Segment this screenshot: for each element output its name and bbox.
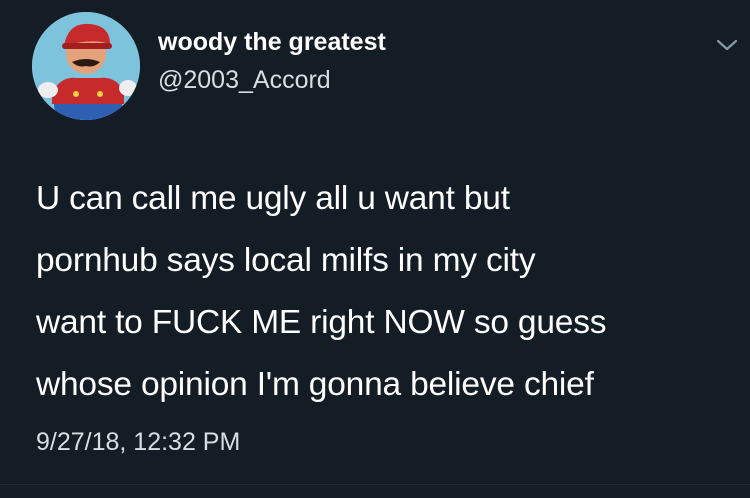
tweet-card: woody the greatest @2003_Accord U can ca… xyxy=(0,0,750,498)
tweet-text: U can call me ugly all u want but pornhu… xyxy=(36,168,746,416)
tweet-text-line: whose opinion I'm gonna believe chief xyxy=(36,366,594,403)
author-display-name[interactable]: woody the greatest xyxy=(158,28,386,57)
divider xyxy=(0,484,750,485)
tweet-timestamp[interactable]: 9/27/18, 12:32 PM xyxy=(36,428,240,457)
author-handle[interactable]: @2003_Accord xyxy=(158,66,331,95)
avatar[interactable] xyxy=(32,12,140,120)
tweet-text-line: U can call me ugly all u want but xyxy=(36,180,510,217)
tweet-text-line: pornhub says local milfs in my city xyxy=(36,242,536,279)
chevron-down-icon[interactable] xyxy=(714,36,740,54)
tweet-text-line: want to FUCK ME right NOW so guess xyxy=(36,304,607,341)
mario-avatar-icon xyxy=(32,12,140,120)
